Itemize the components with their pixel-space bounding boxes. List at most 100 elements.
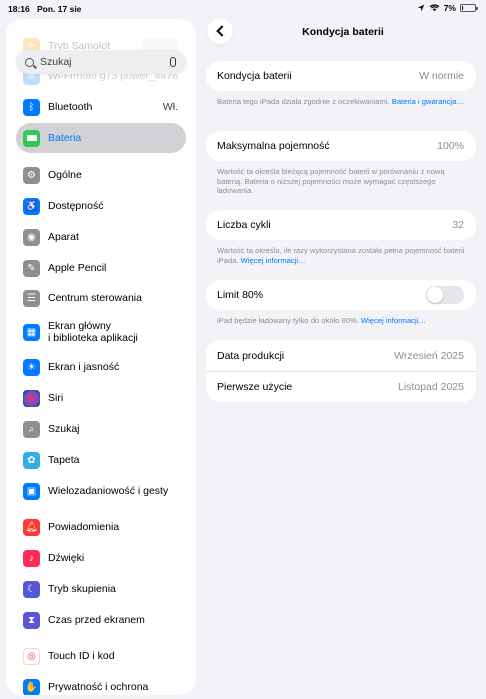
sidebar-item-label: Centrum sterowania: [48, 292, 142, 304]
sidebar-item-accessibility[interactable]: ♿ Dostępność: [16, 191, 186, 221]
sidebar-item-label: Tapeta: [48, 454, 80, 466]
sidebar-item-screen-time[interactable]: ⧗ Czas przed ekranem: [16, 605, 186, 635]
siri-icon: [23, 389, 40, 407]
row-label: Limit 80%: [217, 289, 264, 301]
sidebar-item-search[interactable]: ⌕ Szukaj: [16, 414, 186, 444]
limit-card: Limit 80%: [206, 280, 476, 310]
search-icon: ⌕: [23, 420, 40, 438]
sidebar-item-display[interactable]: ☀ Ekran i jasność: [16, 352, 186, 382]
sidebar-item-label: Szukaj: [48, 423, 80, 435]
home-screen-icon: ▦: [23, 323, 40, 341]
sidebar-item-focus[interactable]: ☾ Tryb skupienia: [16, 574, 186, 604]
warranty-link[interactable]: Bateria i gwarancja…: [392, 97, 464, 106]
control-center-icon: ☰: [23, 289, 40, 307]
sidebar-item-label: Powiadomienia: [48, 521, 120, 533]
sidebar-item-label: Aparat: [48, 231, 79, 243]
sidebar-item-general[interactable]: ⚙ Ogólne: [16, 160, 186, 190]
row-value: 32: [452, 219, 464, 231]
limit-row: Limit 80%: [206, 280, 476, 310]
sidebar-item-home-screen[interactable]: ▦ Ekran główny i biblioteka aplikacji: [16, 316, 186, 348]
sidebar-item-label: Tryb skupienia: [48, 583, 116, 595]
sidebar-item-label-line2: i biblioteka aplikacji: [48, 332, 138, 344]
location-icon: [417, 4, 424, 12]
bluetooth-icon: ᛒ: [23, 98, 40, 116]
footer-text: Bateria tego iPada działa zgodnie z ocze…: [217, 97, 392, 106]
limit-80-toggle[interactable]: [426, 286, 464, 304]
limit-footer: iPad będzie ładowany tylko do około 80%.…: [217, 316, 467, 326]
first-use-row: Pierwsze użycie Listopad 2025: [206, 371, 476, 402]
brightness-icon: ☀: [23, 358, 40, 376]
sidebar-item-wallpaper[interactable]: ✿ Tapeta: [16, 445, 186, 475]
multitasking-icon: ▣: [23, 482, 40, 500]
sidebar-item-multitasking[interactable]: ▣ Wielozadaniowość i gesty: [16, 476, 186, 506]
sidebar-item-label: Bluetooth: [48, 101, 93, 113]
battery-health-row: Kondycja baterii W normie: [206, 61, 476, 91]
accessibility-icon: ♿: [23, 197, 40, 215]
wallpaper-icon: ✿: [23, 451, 40, 469]
wifi-icon: [429, 4, 440, 12]
row-value: Listopad 2025: [398, 381, 464, 393]
page-title: Kondycja baterii: [302, 26, 384, 38]
sidebar-item-value: Wł.: [162, 101, 178, 113]
focus-icon: ☾: [23, 580, 40, 598]
status-right: 7%: [417, 3, 478, 13]
battery-indicator-icon: [460, 4, 478, 12]
sidebar-item-label: Ekran główny i biblioteka aplikacji: [48, 320, 186, 344]
production-date-row: Data produkcji Wrzesień 2025: [206, 340, 476, 371]
pencil-icon: ✎: [23, 259, 40, 277]
cycles-footer: Wartość ta określa, ile razy wykorzystan…: [217, 246, 467, 265]
sidebar-item-siri[interactable]: Siri: [16, 383, 186, 413]
sidebar-item-notifications[interactable]: 🔔︎ Powiadomienia: [16, 512, 186, 542]
sidebar-item-label-line1: Ekran główny: [48, 320, 112, 332]
sidebar-item-label: Dostępność: [48, 200, 104, 212]
sidebar-item-label: Siri: [48, 392, 64, 404]
more-info-link[interactable]: Więcej informacji…: [361, 316, 426, 325]
capacity-footer: Wartość ta określa bieżącą pojemność bat…: [217, 167, 445, 196]
row-value: Wrzesień 2025: [394, 349, 464, 362]
battery-icon: [23, 129, 40, 147]
sidebar-item-label: Bateria: [48, 132, 82, 144]
sidebar-item-battery[interactable]: Bateria: [16, 123, 186, 153]
sidebar: ✈ Tryb Samolot ≋ Wi-Fi moto g73 power_44…: [6, 19, 196, 695]
sidebar-item-label: Prywatność i ochrona: [48, 681, 149, 693]
camera-icon: ◉: [23, 228, 40, 246]
status-bar: 18:16 Pon. 17 sie 7%: [0, 0, 486, 18]
battery-percent: 7%: [443, 3, 456, 13]
sidebar-item-control-center[interactable]: ☰ Centrum sterowania: [16, 283, 186, 313]
sidebar-item-privacy[interactable]: ✋ Prywatność i ochrona: [16, 672, 186, 695]
row-label: Liczba cykli: [217, 219, 271, 231]
sidebar-item-bluetooth[interactable]: ᛒ Bluetooth Wł.: [16, 92, 186, 122]
privacy-icon: ✋: [23, 678, 40, 695]
status-time: 18:16: [8, 4, 30, 14]
sidebar-item-label: Touch ID i kod: [48, 650, 115, 662]
search-input[interactable]: Szukaj: [16, 50, 186, 74]
sidebar-item-label: Dźwięki: [48, 552, 85, 564]
sidebar-item-camera[interactable]: ◉ Aparat: [16, 222, 186, 252]
row-label: Kondycja baterii: [217, 70, 292, 82]
search-icon: [25, 57, 34, 67]
capacity-card: Maksymalna pojemność 100%: [206, 131, 476, 161]
row-value: 100%: [437, 140, 464, 152]
search-placeholder: Szukaj: [40, 56, 72, 68]
status-date: Pon. 17 sie: [37, 4, 82, 14]
footer-text: iPad będzie ładowany tylko do około 80%.: [217, 316, 361, 325]
row-label: Data produkcji: [217, 349, 285, 362]
sidebar-item-apple-pencil[interactable]: ✎ Apple Pencil: [16, 253, 186, 283]
sidebar-item-label: Ogólne: [48, 169, 82, 181]
more-info-link[interactable]: Więcej informacji…: [241, 256, 306, 265]
sidebar-item-label: Apple Pencil: [48, 262, 107, 274]
sidebar-item-label: Czas przed ekranem: [48, 614, 145, 626]
sidebar-item-sounds[interactable]: ♪ Dźwięki: [16, 543, 186, 573]
row-label: Pierwsze użycie: [217, 381, 293, 393]
battery-health-footer: Bateria tego iPada działa zgodnie z ocze…: [217, 97, 467, 107]
gear-icon: ⚙: [23, 166, 40, 184]
microphone-icon[interactable]: [170, 57, 176, 67]
screen-time-icon: ⧗: [23, 611, 40, 629]
cycles-row: Liczba cykli 32: [206, 210, 476, 240]
fingerprint-icon: ◎: [23, 647, 40, 665]
sidebar-item-touch-id[interactable]: ◎ Touch ID i kod: [16, 641, 186, 671]
sidebar-item-label: Wielozadaniowość i gesty: [48, 485, 169, 497]
row-value: W normie: [419, 70, 464, 82]
battery-health-card: Kondycja baterii W normie: [206, 61, 476, 91]
capacity-row: Maksymalna pojemność 100%: [206, 131, 476, 161]
